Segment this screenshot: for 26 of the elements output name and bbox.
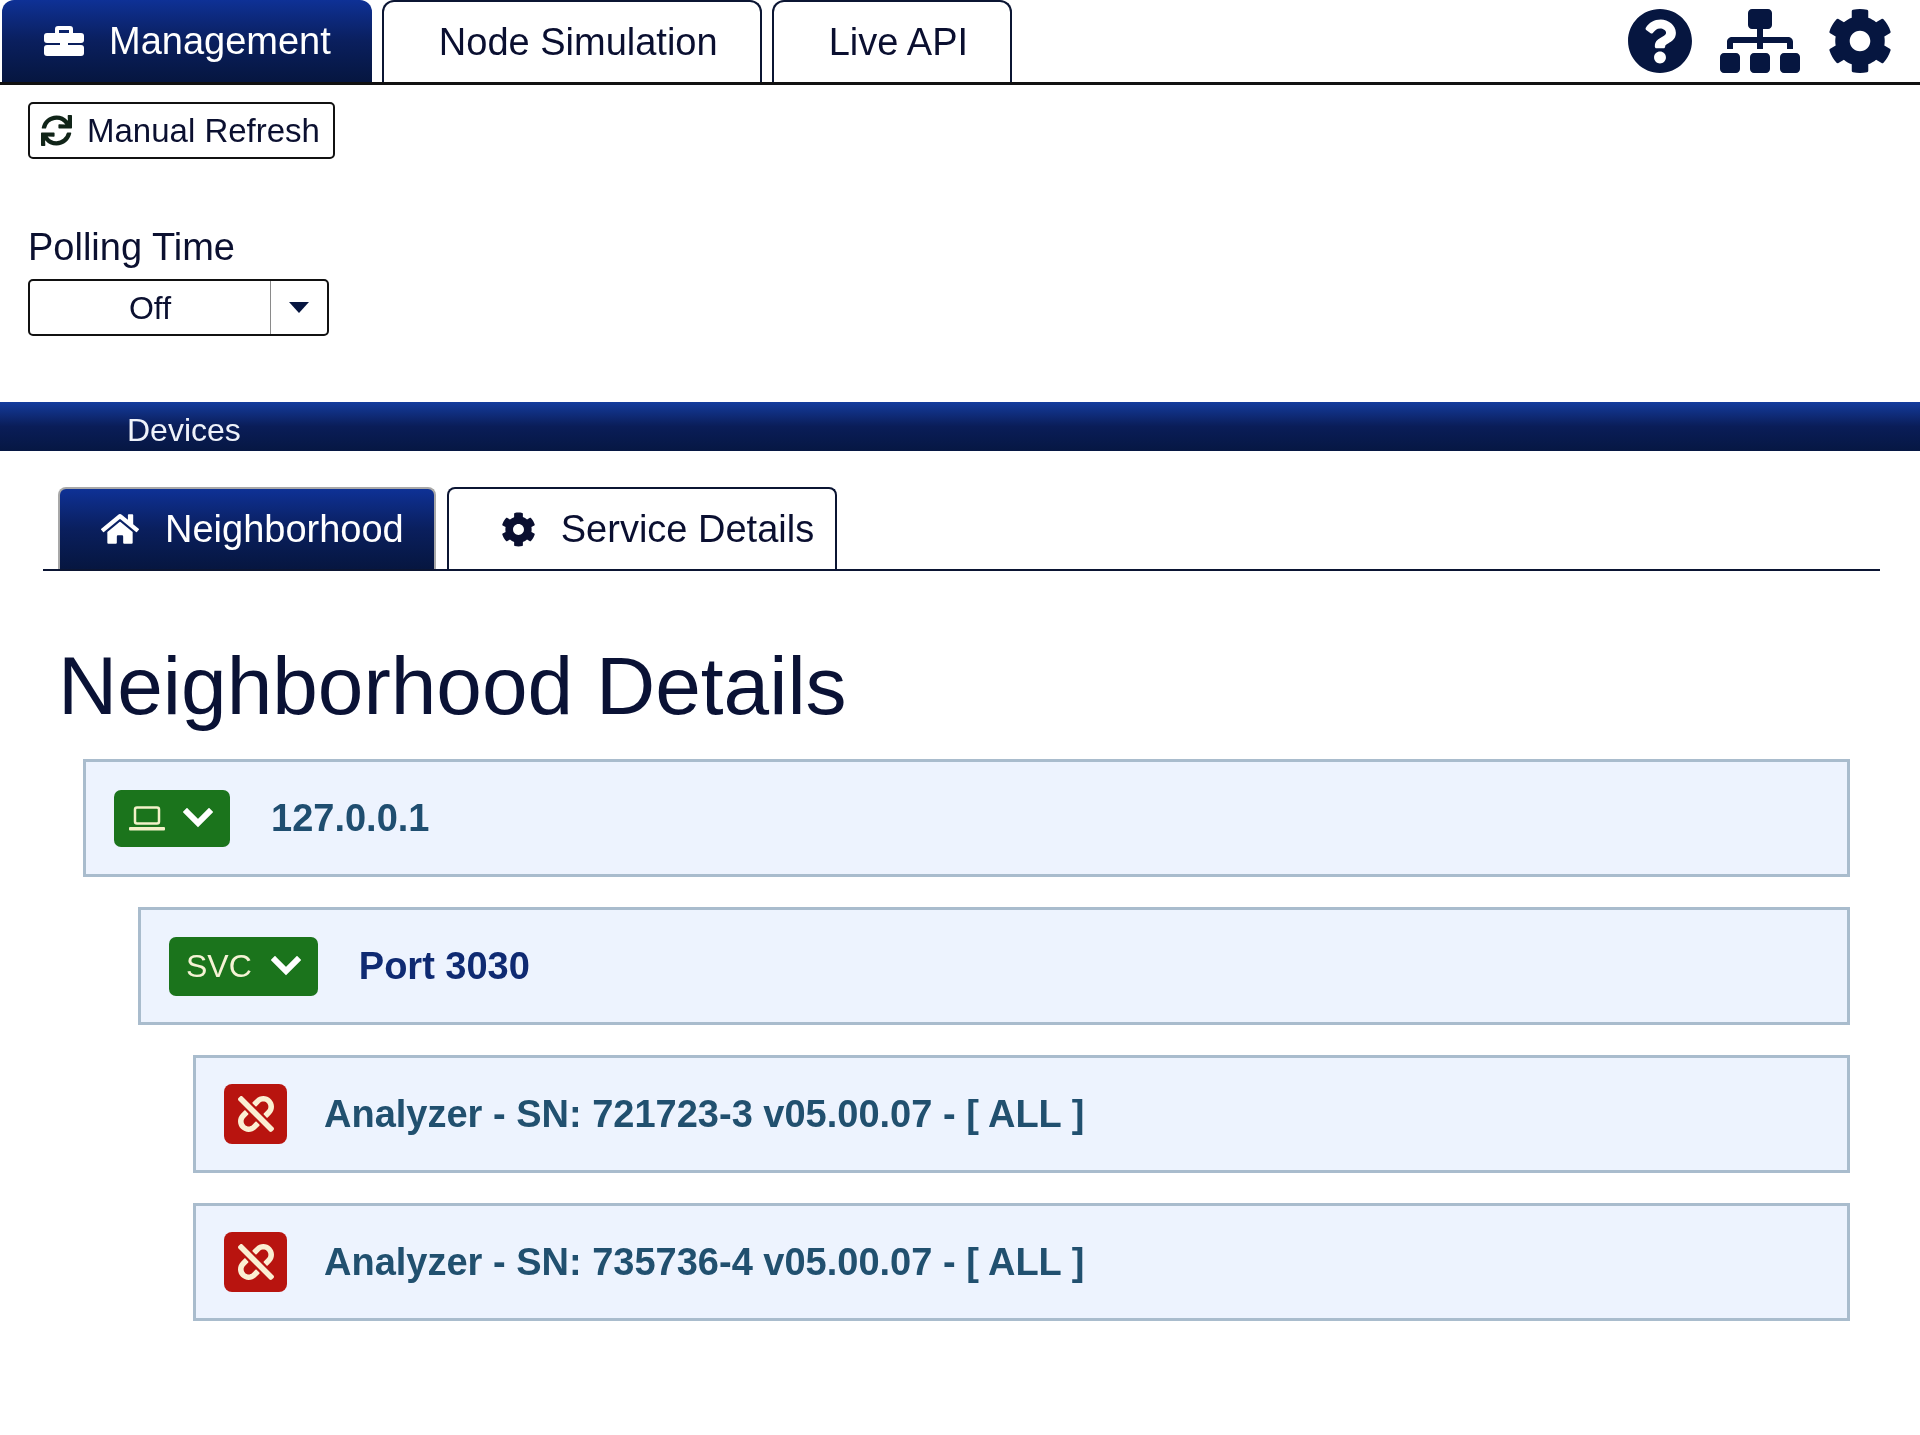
section-title: Devices <box>127 411 241 448</box>
node-label: Analyzer - SN: 721723-3 v05.00.07 - [ ALL ] <box>324 1092 1085 1136</box>
node-label: Analyzer - SN: 735736-4 v05.00.07 - [ ALL ] <box>324 1240 1085 1284</box>
nav-tab[interactable]: Management <box>2 0 372 82</box>
node-label: 127.0.0.1 <box>271 796 430 840</box>
node-label: Port 3030 <box>358 944 530 988</box>
service-toggle-button[interactable]: SVC <box>169 936 318 996</box>
manual-refresh-button[interactable]: Manual Refresh <box>28 102 335 159</box>
gear-icon <box>500 511 536 547</box>
refresh-icon <box>41 115 72 146</box>
broken-link-icon <box>224 1232 287 1292</box>
polling-time-label: Polling Time <box>28 225 235 269</box>
caret-down-icon <box>289 302 309 313</box>
nav-tab[interactable]: Node Simulation <box>381 0 762 82</box>
hierarchy-icon[interactable] <box>1720 9 1800 73</box>
home-icon <box>101 512 139 546</box>
settings-icon[interactable] <box>1827 8 1893 74</box>
broken-link-icon <box>224 1084 287 1144</box>
host-toggle-button[interactable] <box>114 789 230 847</box>
polling-time-select[interactable]: Off <box>28 279 329 336</box>
laptop-icon <box>129 805 165 831</box>
help-icon[interactable] <box>1627 8 1693 74</box>
device-tab[interactable]: Neighborhood <box>58 487 436 569</box>
device-tab[interactable]: Service Details <box>446 487 838 569</box>
nav-tab[interactable]: Live API <box>771 0 1013 82</box>
briefcase-icon <box>44 26 84 56</box>
